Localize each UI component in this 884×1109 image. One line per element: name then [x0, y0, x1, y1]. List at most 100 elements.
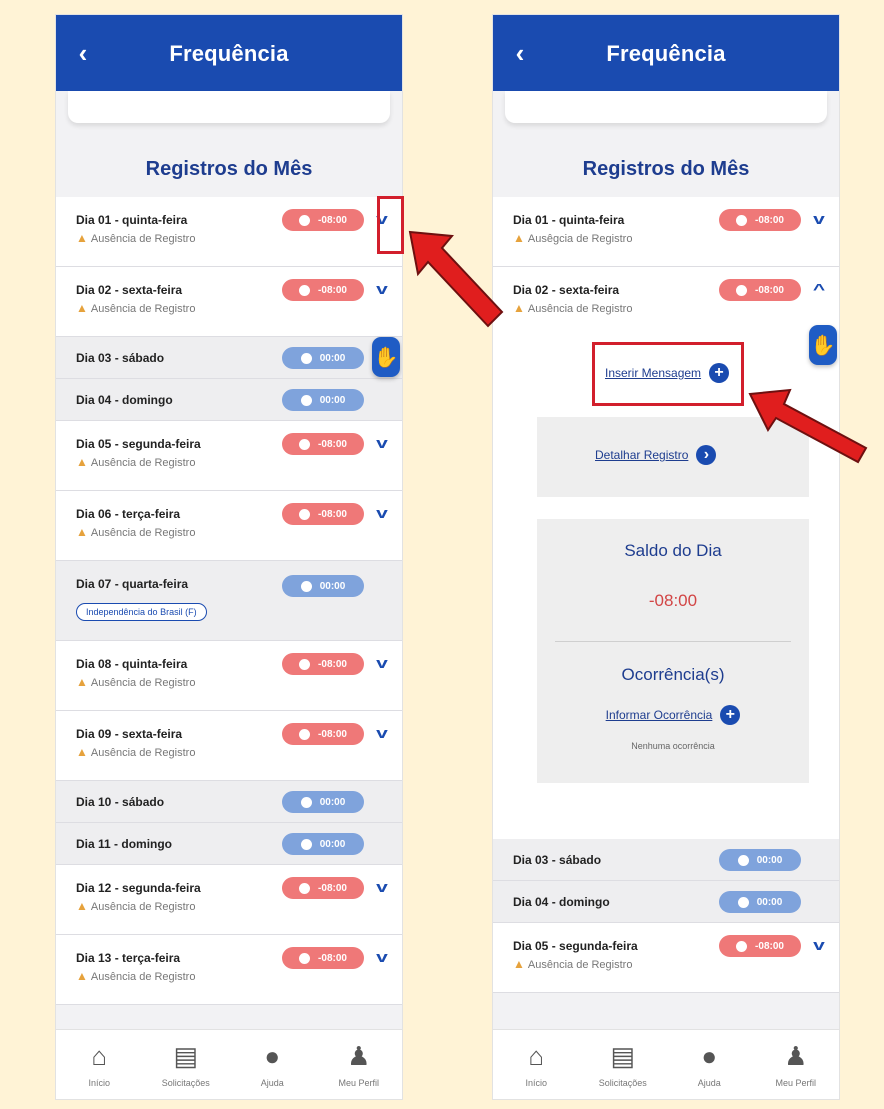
app-header: ‹ Frequência: [56, 15, 402, 91]
day-label: Dia 02 - sexta-feira: [513, 283, 620, 297]
nav-item-ajuda[interactable]: ● Ajuda: [229, 1030, 316, 1099]
day-label: Dia 07 - quarta-feira: [76, 577, 189, 591]
day-row[interactable]: Dia 09 - sexta-feira ▲ Ausência de Registr…: [56, 711, 402, 781]
nav-item-inicio[interactable]: ⌂ Início: [56, 1030, 143, 1099]
balance-pill: 00:00: [719, 849, 801, 871]
clock-icon: [299, 508, 311, 520]
balance-pill: 00:00: [282, 575, 364, 597]
day-label: Dia 13 - terça-feira: [76, 951, 181, 965]
day-label: Dia 04 - domingo: [513, 895, 610, 909]
warning-icon: ▲: [76, 969, 88, 983]
accessibility-icon[interactable]: ✋: [809, 325, 837, 365]
plus-icon[interactable]: +: [720, 705, 741, 725]
day-label: Dia 10 - sábado: [76, 795, 165, 809]
day-row[interactable]: Dia 12 - segunda-feira ▲ Ausência de Regis…: [56, 865, 402, 935]
absence-warning: ▲ Ausência de Registro: [76, 231, 196, 245]
clock-icon: [737, 896, 749, 908]
chevron-up-icon[interactable]: ^: [808, 281, 830, 298]
balance-pill: -08:00: [282, 279, 364, 301]
day-label: Dia 12 - segunda-feira: [76, 881, 201, 895]
clock-icon: [300, 796, 312, 808]
day-row[interactable]: Dia 05 - segunda-feira ▲ Ausência de Regi…: [493, 923, 839, 993]
day-row[interactable]: Dia 05 - segunda-feira ▲ Ausência de Regis…: [56, 421, 402, 491]
balance-pill: -08:00: [282, 877, 364, 899]
chevron-down-icon[interactable]: v: [808, 211, 830, 228]
accessibility-icon[interactable]: ✋: [372, 337, 400, 377]
balance-pill: 00:00: [282, 791, 364, 813]
day-label: Dia 03 - sábado: [76, 351, 165, 365]
day-row-expanded[interactable]: Dia 02 - sexta-feira ▲ Ausência de Regist…: [493, 267, 839, 337]
day-label: Dia 06 - terça-feira: [76, 507, 181, 521]
day-list-continued: Dia 03 - sábado 00:00 Dia 04 - domingo 0…: [493, 839, 839, 993]
page-title: Frequência: [169, 41, 289, 66]
day-row[interactable]: Dia 04 - domingo 00:00: [493, 881, 839, 923]
warning-icon: ▲: [76, 899, 88, 913]
day-row[interactable]: Dia 02 - sexta-feira ▲ Ausência de Registr…: [56, 267, 402, 337]
inform-occurrence-link[interactable]: Informar Ocorrência: [606, 708, 713, 722]
day-row[interactable]: Dia 03 - sábado 00:00: [493, 839, 839, 881]
no-occurrence-text: Nenhuma ocorrência: [631, 741, 715, 751]
balance-pill: 00:00: [282, 389, 364, 411]
warning-icon: ▲: [76, 301, 88, 315]
phone-screen-left: ‹ Frequência Registros do Mês Dia 01 - q…: [55, 14, 403, 1100]
page-title: Frequência: [606, 41, 726, 66]
chevron-down-icon[interactable]: v: [371, 949, 393, 966]
balance-pill: 00:00: [282, 833, 364, 855]
balance-pill: -08:00: [282, 503, 364, 525]
day-label: Dia 02 - sexta-feira: [76, 283, 183, 297]
user-icon: ♟: [347, 1041, 371, 1071]
clock-icon: [299, 214, 311, 226]
day-label: Dia 01 - quinta-feira: [76, 213, 188, 227]
day-row[interactable]: Dia 08 - quinta-feira ▲ Ausência de Regist…: [56, 641, 402, 711]
chevron-down-icon[interactable]: v: [371, 281, 393, 298]
day-label: Dia 11 - domingo: [76, 837, 173, 851]
detail-record-link[interactable]: Detalhar Registro: [595, 448, 688, 462]
day-row[interactable]: Dia 13 - terça-feira ▲ Ausência de Registr…: [56, 935, 402, 1005]
clock-icon: [299, 658, 311, 670]
clock-icon: [299, 438, 311, 450]
chevron-down-icon[interactable]: v: [371, 879, 393, 896]
home-icon: ⌂: [91, 1041, 108, 1071]
day-row[interactable]: Dia 03 - sábado 00:00: [56, 337, 402, 379]
nav-item-solicitacoes[interactable]: ▤ Solicitações: [143, 1030, 230, 1099]
nav-item-inicio[interactable]: ⌂ Início: [493, 1030, 580, 1099]
clock-icon: [736, 214, 748, 226]
balance-pill: -08:00: [719, 209, 801, 231]
balance-pill: 00:00: [719, 891, 801, 913]
day-row[interactable]: Dia 06 - terça-feira ▲ Ausência de Registr…: [56, 491, 402, 561]
day-balance-value: -08:00: [648, 591, 698, 610]
absence-warning: ▲ Ausência de Registro: [76, 455, 196, 469]
clock-icon: [736, 284, 748, 296]
day-row[interactable]: Dia 01 - quinta-feira ▲ Ausêgcia de Regis…: [493, 197, 839, 267]
absence-warning: ▲ Ausêgcia de Registro: [513, 231, 633, 245]
chevron-down-icon[interactable]: v: [371, 725, 393, 742]
holiday-tag: Independência do Brasil (F): [76, 603, 207, 621]
nav-item-solicitacoes[interactable]: ▤ Solicitações: [580, 1030, 667, 1099]
chevron-down-icon[interactable]: v: [371, 435, 393, 452]
nav-item-meu-perfil[interactable]: ♟ Meu Perfil: [316, 1030, 403, 1099]
day-row[interactable]: Dia 01 - quinta-feira ▲ Ausência de Regist…: [56, 197, 402, 267]
balance-pill: 00:00: [282, 347, 364, 369]
day-row[interactable]: Dia 07 - quarta-feira 00:00 Independência …: [56, 561, 402, 641]
chat-icon: ●: [701, 1041, 718, 1071]
clock-icon: [299, 882, 311, 894]
warning-icon: ▲: [513, 301, 525, 315]
absence-warning: ▲ Ausência de Registro: [513, 957, 633, 971]
absence-warning: ▲ Ausência de Registro: [76, 969, 196, 983]
day-row[interactable]: Dia 04 - domingo 00:00: [56, 379, 402, 421]
chevron-down-icon[interactable]: v: [808, 937, 830, 954]
day-row[interactable]: Dia 10 - sábado 00:00: [56, 781, 402, 823]
nav-item-ajuda[interactable]: ● Ajuda: [666, 1030, 753, 1099]
clock-icon: [299, 952, 311, 964]
absence-warning: ▲ Ausência de Registro: [76, 675, 196, 689]
divider: [555, 641, 791, 642]
day-row[interactable]: Dia 11 - domingo 00:00: [56, 823, 402, 865]
day-list: Dia 01 - quinta-feira ▲ Ausêgcia de Regis…: [493, 197, 839, 337]
arrow-right-icon[interactable]: ›: [696, 445, 717, 465]
nav-item-meu-perfil[interactable]: ♟ Meu Perfil: [753, 1030, 840, 1099]
bottom-nav: ⌂ Início ▤ Solicitações ● Ajuda ♟ Meu Perfil: [56, 1029, 402, 1099]
clock-icon: [300, 838, 312, 850]
chevron-down-icon[interactable]: v: [371, 655, 393, 672]
absence-warning: ▲ Ausência de Registro: [76, 899, 196, 913]
chevron-down-icon[interactable]: v: [371, 505, 393, 522]
